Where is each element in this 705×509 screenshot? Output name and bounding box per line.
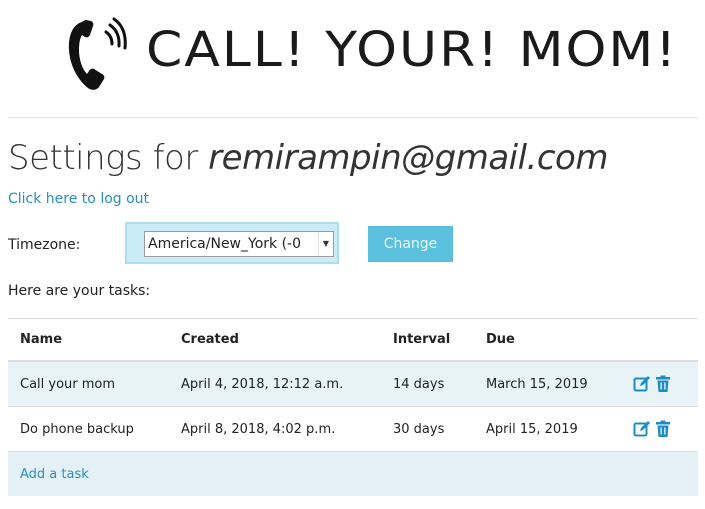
- timezone-label: Timezone:: [8, 237, 81, 253]
- task-interval: 30 days: [393, 421, 445, 437]
- task-created: April 4, 2018, 12:12 a.m.: [181, 376, 344, 392]
- add-task-link[interactable]: Add a task: [20, 452, 89, 496]
- timezone-select[interactable]: America/New_York (-0 ▼: [144, 231, 334, 257]
- task-name: Call your mom: [20, 376, 116, 392]
- phone-ringing-icon: [68, 17, 127, 90]
- timezone-select-focus-ring: America/New_York (-0 ▼: [125, 222, 339, 264]
- change-timezone-button[interactable]: Change: [368, 226, 453, 262]
- page-title-prefix: Settings for: [8, 138, 209, 178]
- task-due: April 15, 2019: [486, 421, 578, 437]
- task-name: Do phone backup: [20, 421, 134, 437]
- logo-text: CALL! YOUR! MOM!: [146, 22, 679, 79]
- edit-icon[interactable]: [633, 420, 651, 438]
- column-header-due: Due: [486, 332, 515, 347]
- column-header-name: Name: [20, 332, 63, 347]
- task-actions: [633, 407, 675, 451]
- trash-icon[interactable]: [654, 420, 672, 438]
- table-header-row: Name Created Interval Due: [8, 318, 698, 362]
- logout-link[interactable]: Click here to log out: [8, 190, 149, 208]
- task-actions: [633, 362, 675, 406]
- tasks-intro: Here are your tasks:: [8, 283, 151, 299]
- task-created: April 8, 2018, 4:02 p.m.: [181, 421, 336, 437]
- column-header-interval: Interval: [393, 332, 451, 347]
- header-divider: [8, 117, 698, 118]
- logo: CALL! YOUR! MOM!: [0, 0, 705, 110]
- table-row: Do phone backup April 8, 2018, 4:02 p.m.…: [8, 407, 698, 452]
- trash-icon[interactable]: [654, 375, 672, 393]
- tasks-table: Name Created Interval Due Call your mom …: [8, 318, 698, 496]
- edit-icon[interactable]: [633, 375, 651, 393]
- table-footer-row: Add a task: [8, 452, 698, 496]
- task-due: March 15, 2019: [486, 376, 588, 392]
- dropdown-arrow-icon: ▼: [318, 232, 333, 256]
- table-row: Call your mom April 4, 2018, 12:12 a.m. …: [8, 362, 698, 407]
- column-header-created: Created: [181, 332, 239, 347]
- task-interval: 14 days: [393, 376, 445, 392]
- page-title: Settings for remirampin@gmail.com: [8, 136, 608, 180]
- timezone-selected-value: America/New_York (-0: [148, 236, 301, 252]
- user-email: remirampin@gmail.com: [208, 138, 608, 178]
